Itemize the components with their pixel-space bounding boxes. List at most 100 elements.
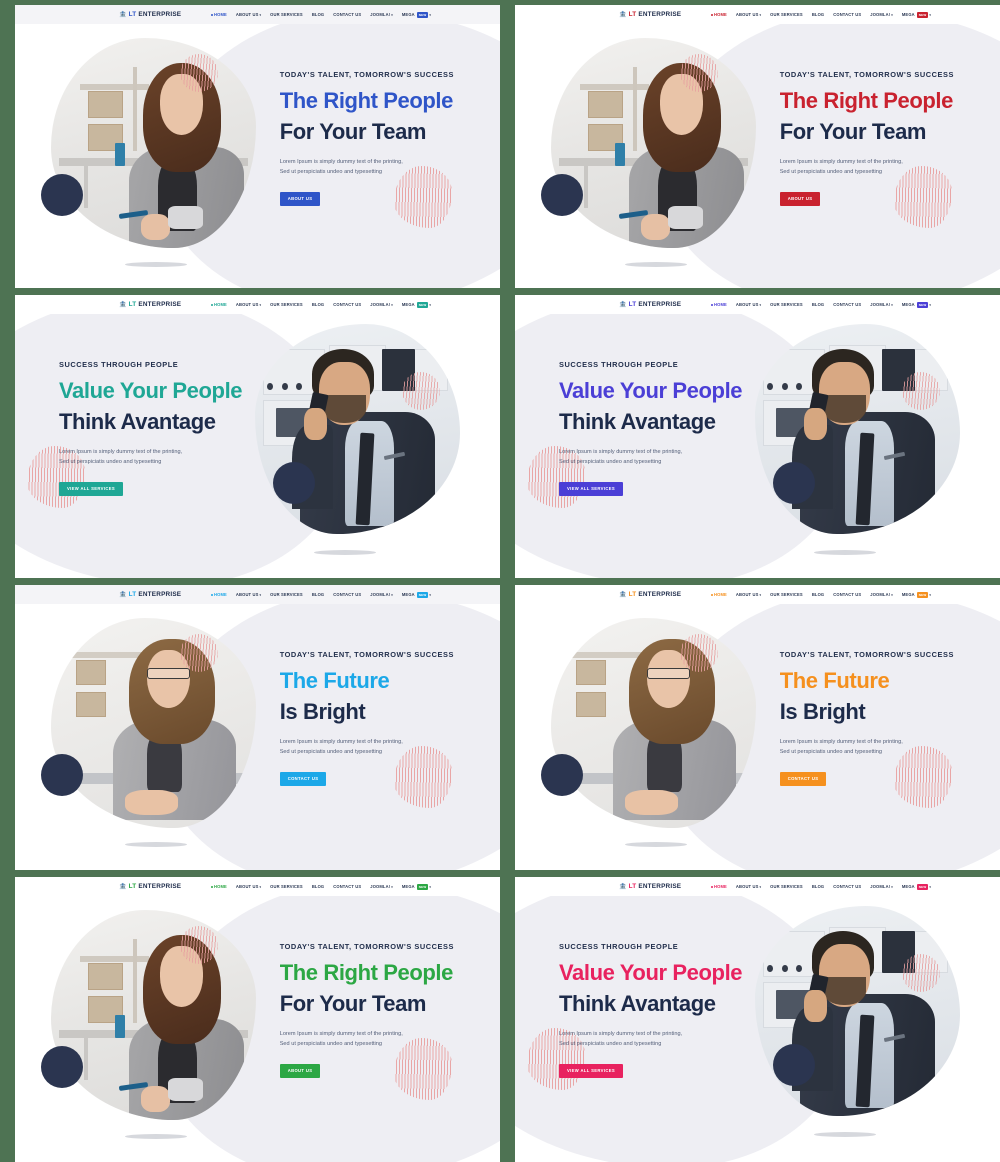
site-logo[interactable]: 🏦 LT ENTERPRISE [119,883,181,890]
menu-item-contact-us[interactable]: CONTACT US [333,12,361,17]
site-logo[interactable]: 🏦 LT ENTERPRISE [119,301,181,308]
menu-item-our-services[interactable]: OUR SERVICES [770,884,803,889]
menu-item-contact-us[interactable]: CONTACT US [833,12,861,17]
hero-eyebrow: TODAY'S TALENT, TOMORROW'S SUCCESS [279,942,454,951]
template-preview-2[interactable]: 🏦 LT ENTERPRISE HOME ABOUT US ▾ OUR SERVICES B… [515,5,1000,288]
menu-item-label: BLOG [811,12,825,17]
striped-circle-decoration [902,954,940,992]
hero-cta-button[interactable]: ABOUT US [279,1063,321,1078]
hero-eyebrow: SUCCESS THROUGH PEOPLE [559,942,679,951]
menu-item-our-services[interactable]: OUR SERVICES [770,592,803,597]
menu-item-blog[interactable]: BLOG [312,302,324,307]
menu-item-joomla[interactable]: JOOMLA! ▾ [370,302,393,307]
menu-item-about-us[interactable]: ABOUT US ▾ [236,884,261,889]
template-preview-7[interactable]: 🏦 LT ENTERPRISE HOME ABOUT US ▾ OUR SERVICES B… [15,877,500,1162]
menu-item-about-us[interactable]: ABOUT US ▾ [736,592,761,597]
hero-photo-image [51,38,256,248]
menu-item-home[interactable]: HOME [711,592,727,597]
menu-item-home[interactable]: HOME [711,12,727,17]
menu-item-our-services[interactable]: OUR SERVICES [270,12,303,17]
menu-item-about-us[interactable]: ABOUT US ▾ [736,302,761,307]
menu-item-mega[interactable]: MEGA NEW ▾ [902,591,931,598]
eyeglasses [147,668,191,679]
menu-item-mega[interactable]: MEGA NEW ▾ [402,11,431,18]
menu-item-contact-us[interactable]: CONTACT US [333,884,361,889]
menu-item-our-services[interactable]: OUR SERVICES [270,302,303,307]
menu-item-contact-us[interactable]: CONTACT US [833,592,861,597]
man-hand [804,990,827,1022]
logo-text-lt: LT [128,301,137,308]
menu-item-joomla[interactable]: JOOMLA! ▾ [370,884,393,889]
menu-item-mega[interactable]: MEGA NEW ▾ [402,591,431,598]
menu-item-mega[interactable]: MEGA NEW ▾ [902,883,931,890]
menu-item-mega[interactable]: MEGA NEW ▾ [402,883,431,890]
hero-description: Lorem Ipsum is simply dummy text of the … [59,449,183,465]
template-preview-5[interactable]: 🏦 LT ENTERPRISE HOME ABOUT US ▾ OUR SERVICES B… [15,585,500,870]
menu-item-joomla[interactable]: JOOMLA! ▾ [370,12,393,17]
hero-cta-button[interactable]: VIEW ALL SERVICES [59,481,123,496]
menu-item-home[interactable]: HOME [211,592,227,597]
menu-item-our-services[interactable]: OUR SERVICES [770,12,803,17]
menu-item-mega[interactable]: MEGA NEW ▾ [402,301,431,308]
hero-cta-button[interactable]: VIEW ALL SERVICES [559,1063,623,1078]
menu-item-about-us[interactable]: ABOUT US ▾ [736,12,761,17]
menu-item-contact-us[interactable]: CONTACT US [333,592,361,597]
menu-item-label: HOME [714,884,727,889]
menu-item-our-services[interactable]: OUR SERVICES [270,884,303,889]
menu-item-blog[interactable]: BLOG [812,12,824,17]
menu-item-home[interactable]: HOME [211,12,227,17]
template-preview-3[interactable]: 🏦 LT ENTERPRISE HOME ABOUT US ▾ OUR SERVICES B… [15,295,500,578]
menu-item-contact-us[interactable]: CONTACT US [833,884,861,889]
menu-item-contact-us[interactable]: CONTACT US [333,302,361,307]
hero-cta-button[interactable]: CONTACT US [279,771,327,786]
menu-item-mega[interactable]: MEGA NEW ▾ [902,301,931,308]
menu-item-blog[interactable]: BLOG [312,12,324,17]
menu-item-about-us[interactable]: ABOUT US ▾ [236,302,261,307]
hero-heading-primary: The Right People [279,960,454,985]
template-preview-1[interactable]: 🏦 LT ENTERPRISE HOME ABOUT US ▾ OUR SERVICES B… [15,5,500,288]
new-badge: NEW [916,591,929,598]
menu-item-blog[interactable]: BLOG [812,884,824,889]
menu-item-contact-us[interactable]: CONTACT US [833,302,861,307]
menu-item-home[interactable]: HOME [711,884,727,889]
menu-item-joomla[interactable]: JOOMLA! ▾ [870,592,893,597]
logo-text-lt: LT [628,591,637,598]
menu-item-label: ABOUT US [235,302,259,307]
hero-section: TODAY'S TALENT, TOMORROW'S SUCCESS The Ri… [515,10,1000,288]
menu-item-joomla[interactable]: JOOMLA! ▾ [870,12,893,17]
menu-item-mega[interactable]: MEGA NEW ▾ [902,11,931,18]
menu-item-joomla[interactable]: JOOMLA! ▾ [870,884,893,889]
menu-item-blog[interactable]: BLOG [812,302,824,307]
menu-item-blog[interactable]: BLOG [312,592,324,597]
menu-item-about-us[interactable]: ABOUT US ▾ [736,884,761,889]
template-preview-4[interactable]: 🏦 LT ENTERPRISE HOME ABOUT US ▾ OUR SERVICES B… [515,295,1000,578]
hero-cta-button[interactable]: CONTACT US [779,771,827,786]
hero-cta-button[interactable]: ABOUT US [279,191,321,206]
menu-item-our-services[interactable]: OUR SERVICES [270,592,303,597]
menu-item-home[interactable]: HOME [211,302,227,307]
hero-cta-button[interactable]: ABOUT US [779,191,821,206]
menu-item-our-services[interactable]: OUR SERVICES [770,302,803,307]
menu-item-about-us[interactable]: ABOUT US ▾ [236,592,261,597]
menu-item-blog[interactable]: BLOG [812,592,824,597]
site-logo[interactable]: 🏦 LT ENTERPRISE [619,883,681,890]
menu-item-joomla[interactable]: JOOMLA! ▾ [870,302,893,307]
menu-item-blog[interactable]: BLOG [312,884,324,889]
hero-cta-button[interactable]: VIEW ALL SERVICES [559,481,623,496]
woman-hand [141,214,170,240]
hero-heading-secondary: Think Avantage [559,991,716,1017]
menu-item-home[interactable]: HOME [211,884,227,889]
site-logo[interactable]: 🏦 LT ENTERPRISE [119,11,181,18]
hero-photo [51,38,256,248]
menu-item-joomla[interactable]: JOOMLA! ▾ [370,592,393,597]
site-logo[interactable]: 🏦 LT ENTERPRISE [119,591,181,598]
menu-item-home[interactable]: HOME [711,302,727,307]
menu-item-about-us[interactable]: ABOUT US ▾ [236,12,261,17]
site-logo[interactable]: 🏦 LT ENTERPRISE [619,11,681,18]
site-logo[interactable]: 🏦 LT ENTERPRISE [619,301,681,308]
site-logo[interactable]: 🏦 LT ENTERPRISE [619,591,681,598]
template-preview-6[interactable]: 🏦 LT ENTERPRISE HOME ABOUT US ▾ OUR SERVICES B… [515,585,1000,870]
template-preview-8[interactable]: 🏦 LT ENTERPRISE HOME ABOUT US ▾ OUR SERVICES B… [515,877,1000,1162]
woman-cuff [167,1078,203,1102]
site-nav: 🏦 LT ENTERPRISE HOME ABOUT US ▾ OUR SERVICES B… [15,295,500,314]
